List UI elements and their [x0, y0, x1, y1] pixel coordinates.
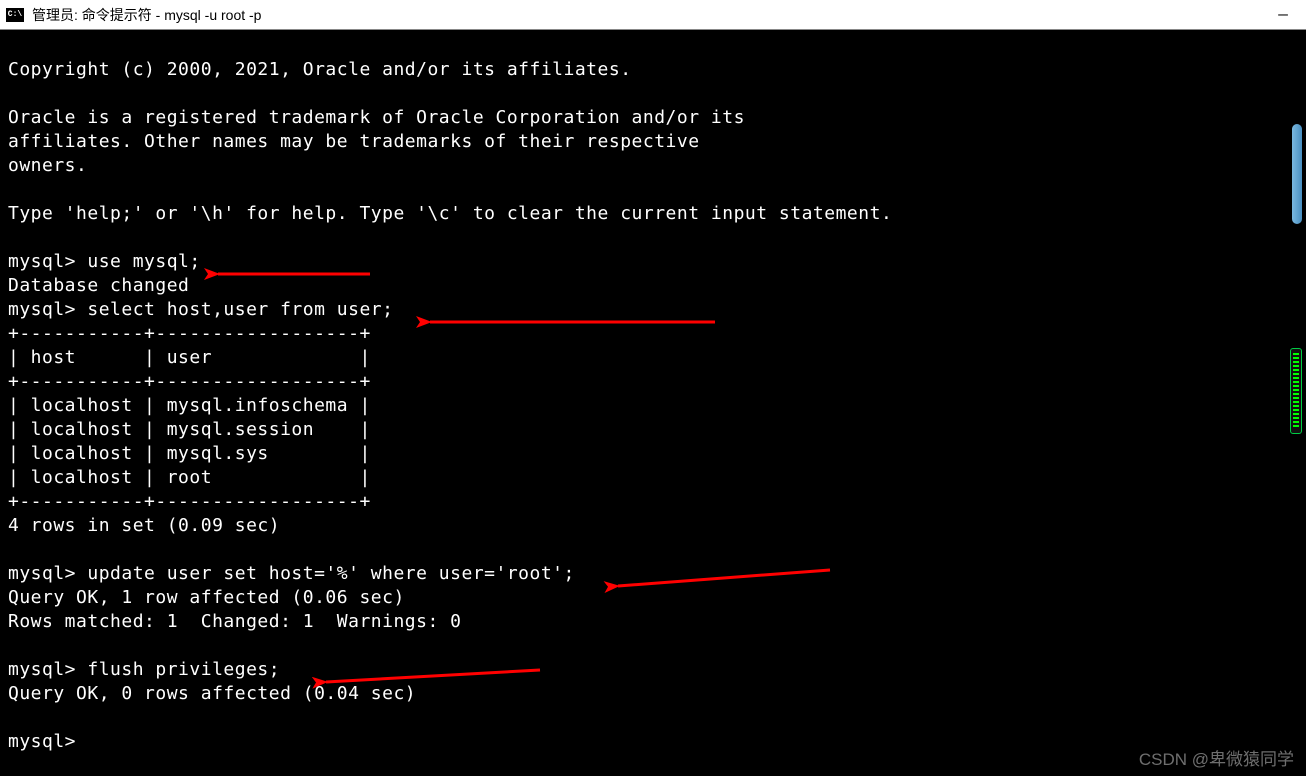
- window-titlebar: C:\ 管理员: 命令提示符 - mysql -u root -p —: [0, 0, 1306, 30]
- window-title: 管理员: 命令提示符 - mysql -u root -p: [32, 5, 261, 25]
- scrollbar-thumb[interactable]: [1292, 124, 1302, 224]
- watermark-text: CSDN @卑微猿同学: [1139, 745, 1294, 770]
- terminal-output[interactable]: Copyright (c) 2000, 2021, Oracle and/or …: [0, 30, 1306, 758]
- minimize-button[interactable]: —: [1260, 0, 1306, 30]
- scroll-indicator: [1290, 348, 1302, 434]
- terminal-icon: C:\: [6, 8, 24, 22]
